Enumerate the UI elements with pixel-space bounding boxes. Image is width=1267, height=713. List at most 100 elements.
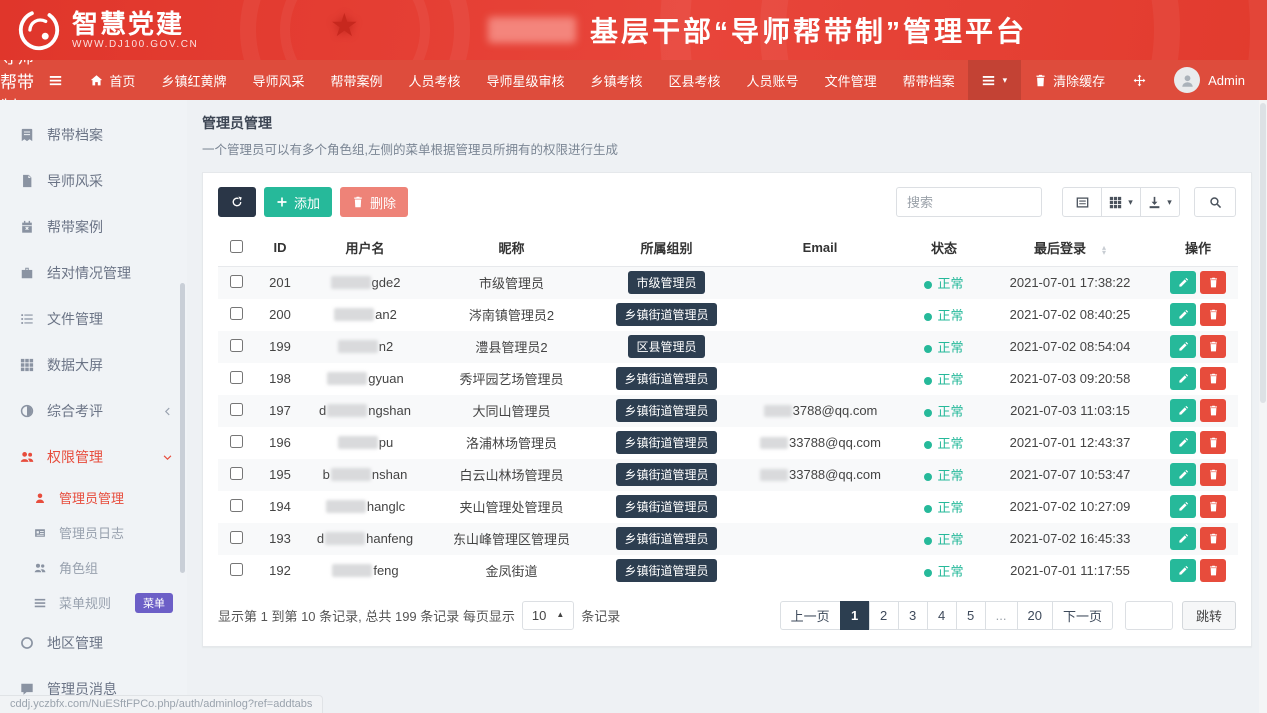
row-checkbox[interactable]	[230, 371, 243, 384]
row-checkbox[interactable]	[230, 531, 243, 544]
nav-item-10[interactable]: 帮带档案	[890, 60, 968, 100]
table-row: 197 dngshan 大同山管理员 乡镇街道管理员 3788@qq.com 正…	[218, 395, 1238, 427]
nav-item-2[interactable]: 导师风采	[239, 60, 317, 100]
page-button-20[interactable]: 20	[1017, 601, 1053, 630]
sidebar-item-4[interactable]: 文件管理	[0, 296, 187, 342]
edit-button[interactable]	[1170, 527, 1196, 550]
group-badge: 乡镇街道管理员	[616, 399, 716, 422]
columns-button[interactable]: ▾	[1101, 187, 1141, 217]
sort-icon[interactable]: ▴▾	[1102, 245, 1106, 255]
delete-button[interactable]	[1200, 271, 1226, 294]
caret-down-icon: ▾	[1003, 76, 1008, 85]
table-row: 200 an2 涔南镇管理员2 乡镇街道管理员 正常 2021-07-02 08…	[218, 299, 1238, 331]
edit-button[interactable]	[1170, 495, 1196, 518]
page-size-select[interactable]: 10 ▲	[522, 601, 574, 630]
row-checkbox[interactable]	[230, 563, 243, 576]
page-button-2[interactable]: 2	[869, 601, 899, 630]
navbar-brand[interactable]: 导师帮带制	[0, 60, 34, 100]
jump-button[interactable]: 跳转	[1182, 601, 1236, 630]
sidebar-item-12[interactable]: 地区管理	[0, 620, 187, 666]
search-button[interactable]	[1194, 187, 1236, 217]
row-checkbox[interactable]	[230, 403, 243, 416]
more-menu-button[interactable]: ▾	[968, 60, 1022, 100]
page-button-3[interactable]: 3	[898, 601, 928, 630]
row-checkbox[interactable]	[230, 339, 243, 352]
sidebar-item-8[interactable]: 管理员管理	[0, 480, 187, 515]
sidebar-scrollbar[interactable]	[180, 283, 185, 573]
delete-button[interactable]	[1200, 559, 1226, 582]
sidebar-item-11[interactable]: 菜单规则菜单	[0, 585, 187, 620]
page-button-1[interactable]: 1	[840, 601, 870, 630]
row-checkbox[interactable]	[230, 499, 243, 512]
toggle-pagination-button[interactable]	[1062, 187, 1102, 217]
page-button-4[interactable]: 4	[927, 601, 957, 630]
delete-button[interactable]	[1200, 495, 1226, 518]
briefcase-icon	[20, 266, 38, 280]
edit-button[interactable]	[1170, 367, 1196, 390]
jump-page-input[interactable]	[1125, 601, 1173, 630]
nav-item-1[interactable]: 乡镇红黄牌	[148, 60, 239, 100]
group-badge: 乡镇街道管理员	[616, 527, 716, 550]
nav-item-label: 导师风采	[252, 71, 304, 90]
row-checkbox[interactable]	[230, 275, 243, 288]
row-checkbox[interactable]	[230, 435, 243, 448]
refresh-button[interactable]	[218, 187, 256, 217]
page-scrollbar-thumb[interactable]	[1260, 103, 1266, 403]
delete-button[interactable]	[1200, 463, 1226, 486]
add-button[interactable]: 添加	[264, 187, 332, 217]
sidebar-item-10[interactable]: 角色组	[0, 550, 187, 585]
td-group: 乡镇街道管理员	[599, 523, 734, 555]
edit-button[interactable]	[1170, 303, 1196, 326]
search-input[interactable]	[896, 187, 1042, 217]
edit-button[interactable]	[1170, 271, 1196, 294]
delete-button[interactable]	[1200, 335, 1226, 358]
page-scrollbar[interactable]	[1259, 100, 1267, 713]
nav-item-3[interactable]: 帮带案例	[317, 60, 395, 100]
redacted-title-block	[488, 17, 576, 43]
logo-title: 智慧党建	[72, 10, 198, 38]
delete-button[interactable]	[1200, 303, 1226, 326]
delete-button[interactable]	[1200, 399, 1226, 422]
fullscreen-button[interactable]	[1118, 60, 1161, 100]
delete-button[interactable]	[1200, 527, 1226, 550]
delete-button[interactable]	[1200, 431, 1226, 454]
page-button-上一页[interactable]: 上一页	[780, 601, 841, 630]
nav-item-6[interactable]: 乡镇考核	[578, 60, 656, 100]
nav-item-9[interactable]: 文件管理	[812, 60, 890, 100]
edit-button[interactable]	[1170, 431, 1196, 454]
delete-selected-button[interactable]: 删除	[340, 187, 408, 217]
nav-item-8[interactable]: 人员账号	[734, 60, 812, 100]
page-button-5[interactable]: 5	[956, 601, 986, 630]
user-menu[interactable]: Admin	[1161, 60, 1267, 100]
td-username: bnshan	[306, 459, 424, 491]
nav-item-7[interactable]: 区县考核	[656, 60, 734, 100]
select-all-checkbox[interactable]	[230, 240, 243, 253]
sidebar-item-2[interactable]: 帮带案例	[0, 204, 187, 250]
group-badge: 乡镇街道管理员	[616, 367, 716, 390]
group-badge: 乡镇街道管理员	[616, 559, 716, 582]
export-button[interactable]: ▾	[1140, 187, 1180, 217]
sidebar-item-3[interactable]: 结对情况管理	[0, 250, 187, 296]
nav-item-5[interactable]: 导师星级审核	[474, 60, 578, 100]
row-checkbox[interactable]	[230, 467, 243, 480]
logo[interactable]: 智慧党建 WWW.DJ100.GOV.CN	[16, 7, 198, 53]
sidebar-item-7[interactable]: 权限管理	[0, 434, 187, 480]
nav-item-4[interactable]: 人员考核	[395, 60, 473, 100]
sidebar-item-0[interactable]: 帮带档案	[0, 112, 187, 158]
sidebar-item-1[interactable]: 导师风采	[0, 158, 187, 204]
sidebar-item-5[interactable]: 数据大屏	[0, 342, 187, 388]
edit-button[interactable]	[1170, 559, 1196, 582]
nav-item-0[interactable]: 首页	[77, 60, 148, 100]
sidebar-item-6[interactable]: 综合考评	[0, 388, 187, 434]
edit-button[interactable]	[1170, 335, 1196, 358]
edit-button[interactable]	[1170, 463, 1196, 486]
th-6[interactable]: 最后登录▴▾	[982, 229, 1158, 267]
sidebar-toggle-button[interactable]	[34, 60, 77, 100]
edit-button[interactable]	[1170, 399, 1196, 422]
page-button-下一页[interactable]: 下一页	[1052, 601, 1113, 630]
delete-button[interactable]	[1200, 367, 1226, 390]
clear-cache-button[interactable]: 清除缓存	[1021, 60, 1118, 100]
list-icon	[20, 312, 38, 326]
sidebar-item-9[interactable]: 管理员日志	[0, 515, 187, 550]
row-checkbox[interactable]	[230, 307, 243, 320]
